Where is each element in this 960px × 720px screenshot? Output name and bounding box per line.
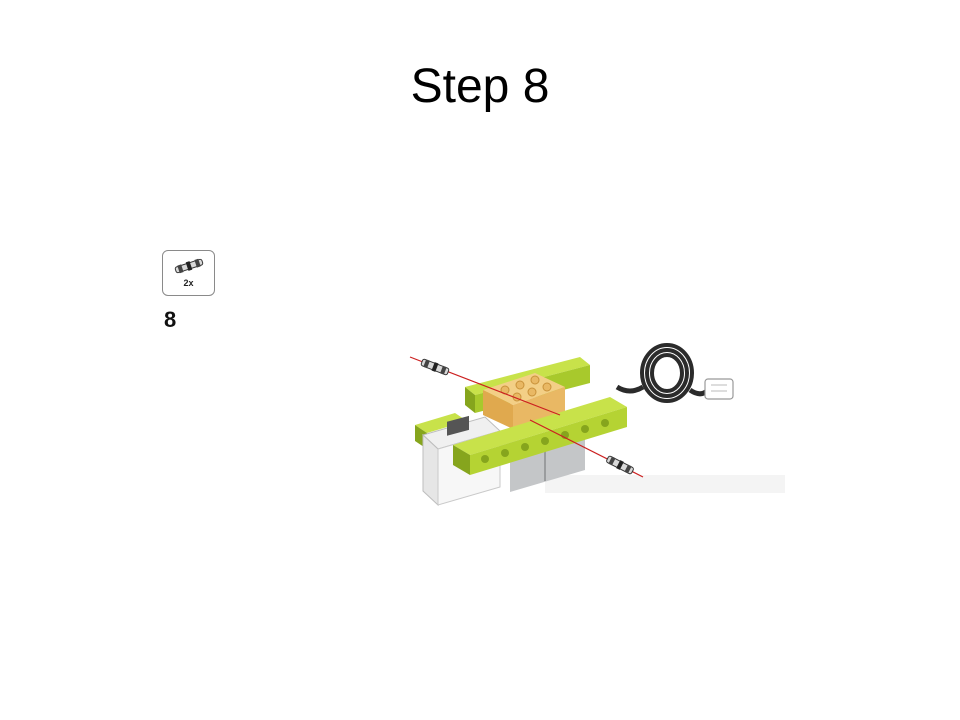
parts-callout: 2x xyxy=(162,250,215,296)
cable-plug xyxy=(704,378,734,400)
connector-peg-upper xyxy=(420,358,450,376)
lego-build-assembly-icon xyxy=(409,343,785,507)
connector-peg-lower xyxy=(606,455,634,475)
cable-coil xyxy=(615,343,709,403)
parts-quantity: 2x xyxy=(183,278,194,288)
slide-title: Step 8 xyxy=(410,60,550,113)
connector-peg-icon xyxy=(174,258,204,274)
step-number: 8 xyxy=(164,307,177,332)
